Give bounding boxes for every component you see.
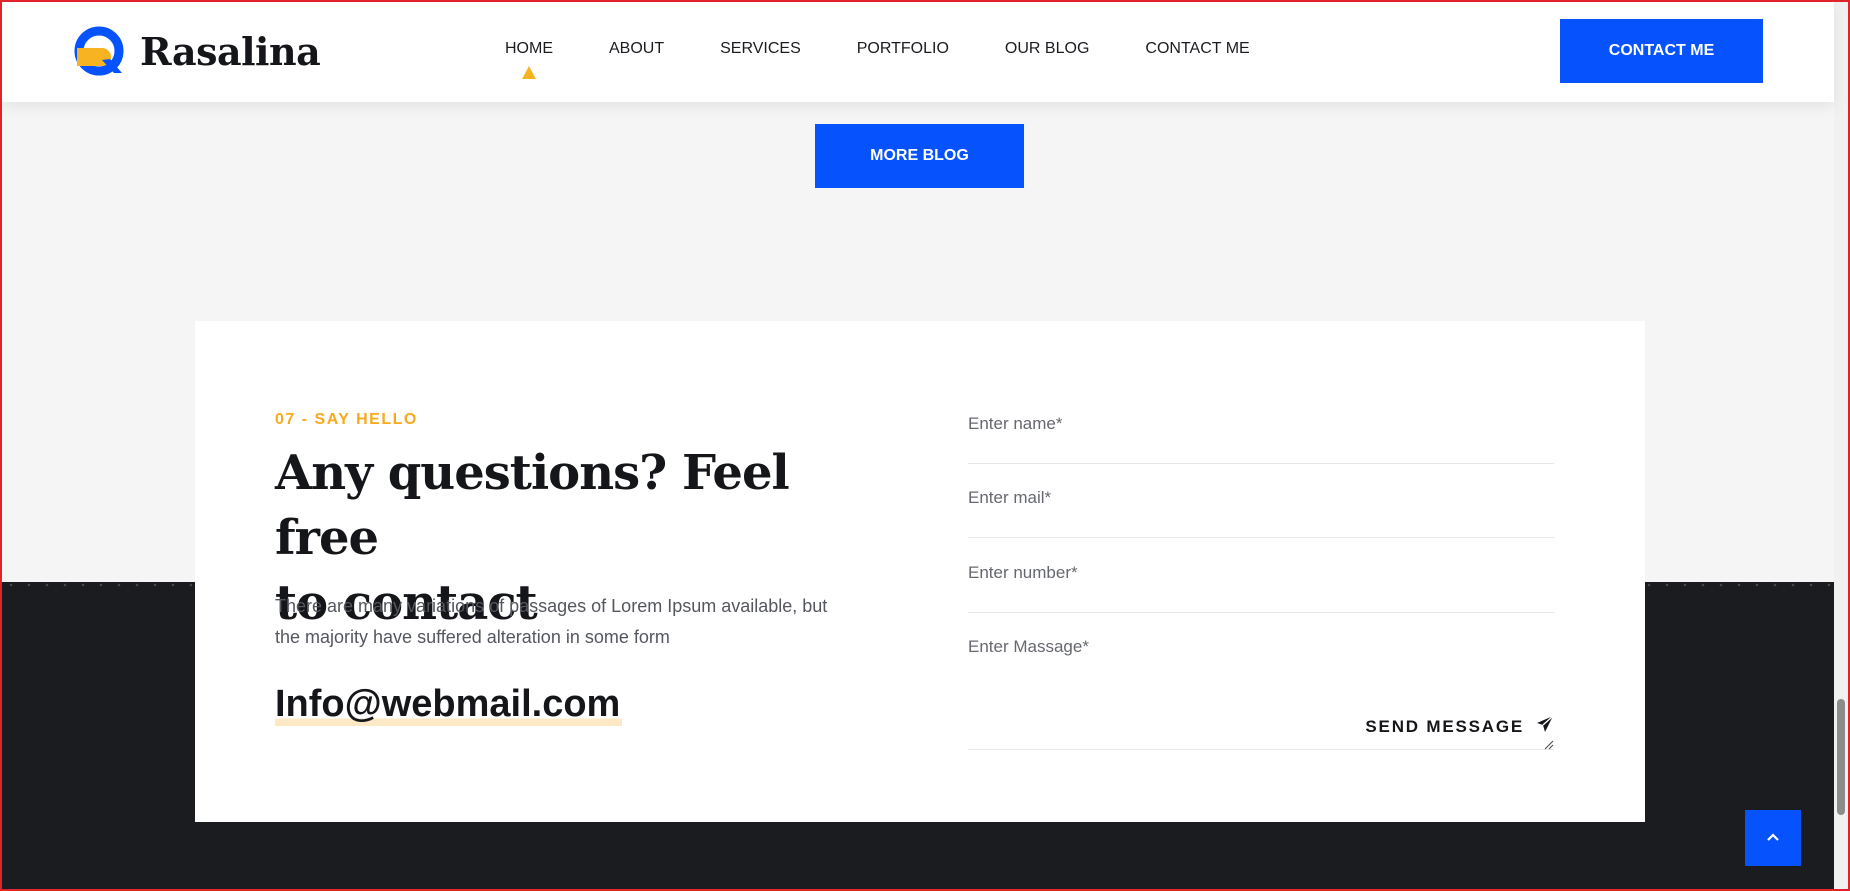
nav-our-blog-label: OUR BLOG <box>1004 40 1090 57</box>
paper-plane-icon <box>1536 715 1554 738</box>
send-message-button[interactable]: SEND MESSAGE <box>1365 715 1554 738</box>
nav-portfolio[interactable]: PORTFOLIO <box>857 40 949 58</box>
nav-about-label: ABOUT <box>609 40 665 57</box>
active-indicator-icon <box>522 66 536 79</box>
page: Rasalina HOME ABOUT SERVICES PORTFOLIO O… <box>2 2 1848 889</box>
name-placeholder: Enter name* <box>968 414 1063 433</box>
brand-name: Rasalina <box>140 28 321 74</box>
nav-home[interactable]: HOME <box>505 40 553 79</box>
resize-handle-icon[interactable] <box>1542 737 1554 750</box>
site-header: Rasalina HOME ABOUT SERVICES PORTFOLIO O… <box>2 2 1834 102</box>
contact-card: 07 - SAY HELLO Any questions? Feel free … <box>195 321 1645 822</box>
page-scrollbar[interactable] <box>1834 2 1848 889</box>
nav-contact-me-label: CONTACT ME <box>1145 40 1250 57</box>
nav-about[interactable]: ABOUT <box>609 40 664 58</box>
mail-placeholder: Enter mail* <box>968 488 1052 507</box>
title-line-1: Any questions? Feel free <box>275 445 790 566</box>
more-blog-button[interactable]: MORE BLOG <box>815 124 1024 188</box>
section-eyebrow: 07 - SAY HELLO <box>275 411 418 428</box>
nav-portfolio-label: PORTFOLIO <box>856 40 949 57</box>
contact-email-link[interactable]: Info@webmail.com <box>275 683 623 726</box>
chevron-up-icon <box>1766 829 1780 847</box>
scrollbar-thumb[interactable] <box>1837 699 1845 815</box>
logo[interactable]: Rasalina <box>74 26 321 76</box>
number-placeholder: Enter number* <box>968 563 1078 582</box>
nav-services-label: SERVICES <box>720 40 801 57</box>
mail-field[interactable]: Enter mail* <box>968 488 1554 538</box>
nav-contact-me[interactable]: CONTACT ME <box>1145 40 1249 58</box>
message-placeholder: Enter Massage* <box>968 637 1089 656</box>
nav-home-label: HOME <box>505 40 553 57</box>
send-message-label: SEND MESSAGE <box>1365 716 1524 736</box>
logo-icon <box>74 26 124 76</box>
back-to-top-button[interactable] <box>1745 810 1801 866</box>
name-field[interactable]: Enter name* <box>968 414 1554 464</box>
contact-me-button[interactable]: CONTACT ME <box>1560 19 1763 83</box>
number-field[interactable]: Enter number* <box>968 563 1554 613</box>
nav-our-blog[interactable]: OUR BLOG <box>1005 40 1089 58</box>
nav-services[interactable]: SERVICES <box>720 40 801 58</box>
section-description: There are many variations of passages of… <box>275 596 828 647</box>
main-nav: HOME ABOUT SERVICES PORTFOLIO OUR BLOG C… <box>505 40 1306 79</box>
